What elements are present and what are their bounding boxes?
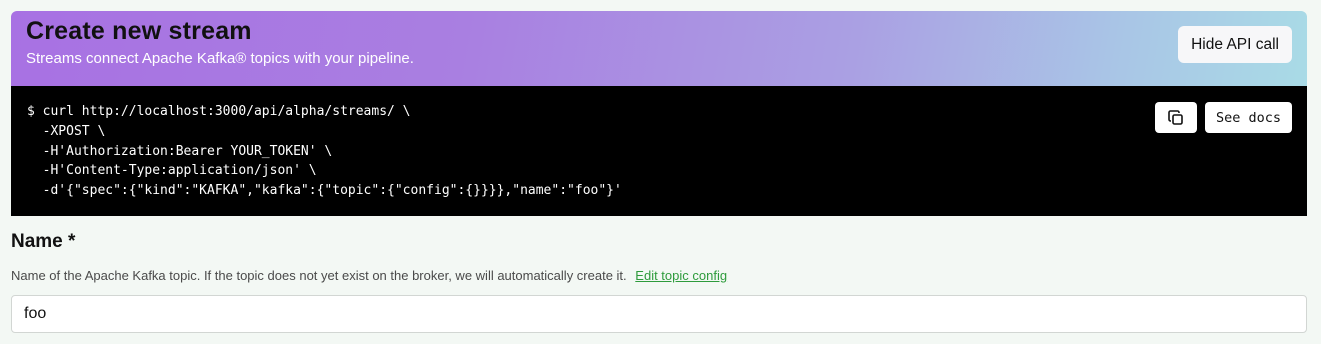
- hide-api-call-button[interactable]: Hide API call: [1178, 26, 1292, 63]
- page-header: Create new stream Streams connect Apache…: [11, 11, 1307, 86]
- name-input[interactable]: [11, 295, 1307, 333]
- see-docs-button[interactable]: See docs: [1205, 102, 1292, 133]
- copy-icon: [1167, 109, 1185, 127]
- edit-topic-config-link[interactable]: Edit topic config: [635, 268, 727, 283]
- name-field-help-text: Name of the Apache Kafka topic. If the t…: [11, 268, 627, 283]
- page-subtitle: Streams connect Apache Kafka® topics wit…: [26, 50, 414, 67]
- name-field-label: Name *: [11, 231, 76, 252]
- page-title: Create new stream: [26, 17, 252, 45]
- api-call-panel: $ curl http://localhost:3000/api/alpha/s…: [11, 86, 1307, 216]
- copy-button[interactable]: [1155, 102, 1197, 133]
- api-call-code: $ curl http://localhost:3000/api/alpha/s…: [27, 104, 622, 199]
- name-field-help: Name of the Apache Kafka topic. If the t…: [11, 268, 727, 283]
